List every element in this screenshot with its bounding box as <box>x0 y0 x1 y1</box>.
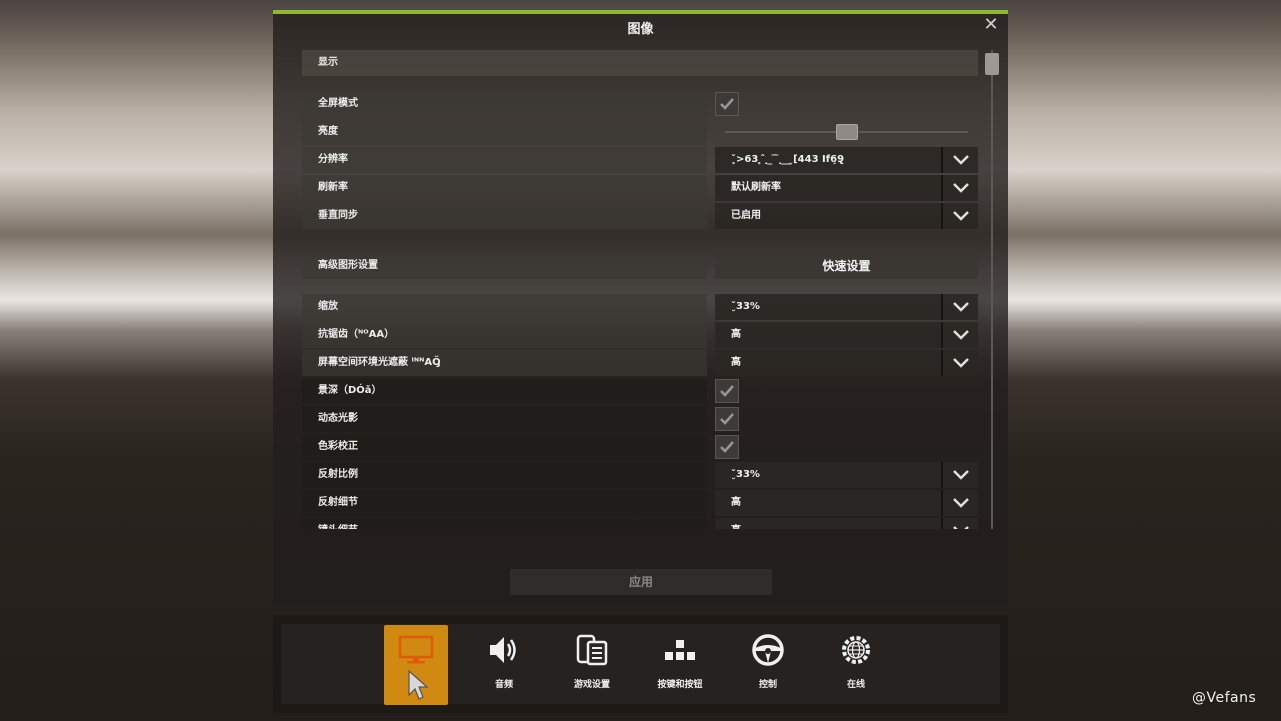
dropdown-value: 已启用 <box>731 210 761 221</box>
dialog-title: 图像 <box>627 22 654 37</box>
section-advanced: 高级图形设置 快速设置 <box>302 253 978 279</box>
setting-label: 抗锯齿（ᴺᴼAA） <box>302 322 707 348</box>
setting-vsync: 垂直同步 已启用 <box>302 203 978 229</box>
nav-tab-label: 控制 <box>758 680 777 690</box>
setting-label: 色彩校正 <box>302 434 707 460</box>
setting-reflection-detail: 反射细节 高 <box>302 490 978 516</box>
section-display: 显示 <box>302 50 978 76</box>
setting-label: 垂直同步 <box>302 203 707 229</box>
setting-scale: 缩放 ˇ̮33% <box>302 294 978 320</box>
nav-tab-label: 音频 <box>494 680 513 690</box>
chevron-down-icon[interactable] <box>941 490 978 516</box>
resolution-dropdown[interactable]: ˇ̥>63 ̥ ̂ ̣ ̲ ̃ ̃ ̣ ̲ ̲ ̬[443 If6̧9̢ <box>715 147 978 173</box>
checkmark-icon <box>720 98 734 110</box>
monitor-icon <box>398 635 434 664</box>
fullscreen-checkbox[interactable] <box>715 92 739 116</box>
settings-nav-bar: 音频 游戏设置 按键和按钮 控制 在线 <box>273 615 1008 713</box>
ssao-dropdown[interactable]: 高 <box>715 350 978 376</box>
quick-setup-button[interactable]: 快速设置 <box>715 253 978 279</box>
nav-tab-controls[interactable]: 控制 <box>736 624 800 704</box>
slider-thumb[interactable] <box>835 124 858 140</box>
refresh-rate-dropdown[interactable]: 默认刷新率 <box>715 175 978 201</box>
setting-label: 景深（DÓǎ） <box>302 378 707 404</box>
chevron-down-icon[interactable] <box>941 175 978 201</box>
dropdown-value: ˇ̮33% <box>731 301 760 312</box>
setting-mirror-detail: 镜头细节 高 <box>302 518 978 529</box>
checkmark-icon <box>720 441 734 453</box>
nav-tab-label: 在线 <box>846 680 865 690</box>
setting-label: 镜头细节 <box>302 518 707 529</box>
brightness-slider[interactable] <box>725 119 968 145</box>
settings-list: 显示 全屏模式 亮度 分辨率 ˇ̥>63 ̥ ̂ ̣ ̲ ̃ ̃ ̣ ̲ ̲ ̬… <box>302 50 978 529</box>
scrollbar-thumb[interactable] <box>985 53 999 75</box>
setting-reflection-scale: 反射比例 ˇ̮33% <box>302 462 978 488</box>
keys-icon <box>665 640 695 660</box>
settings-scrollbar[interactable] <box>984 50 999 529</box>
antialiasing-dropdown[interactable]: 高 <box>715 322 978 348</box>
apply-button[interactable]: 应用 <box>510 569 772 595</box>
nav-tab-keys[interactable]: 按键和按钮 <box>648 624 712 704</box>
dropdown-value: 高 <box>731 497 741 508</box>
dropdown-value: 高 <box>731 357 741 368</box>
setting-antialiasing: 抗锯齿（ᴺᴼAA） 高 <box>302 322 978 348</box>
nav-tab-graphics[interactable] <box>384 625 448 705</box>
section-advanced-label: 高级图形设置 <box>302 253 707 279</box>
chevron-down-icon[interactable] <box>941 322 978 348</box>
dropdown-value: 高 <box>731 329 741 340</box>
nav-tab-label: 游戏设置 <box>573 680 610 690</box>
dropdown-value: 高 <box>731 518 741 529</box>
reflection-scale-dropdown[interactable]: ˇ̮33% <box>715 462 978 488</box>
setting-label: 屏幕空间环境光遮蔽 ᴵᴺᴺAŐ̡ <box>302 350 707 376</box>
setting-resolution: 分辨率 ˇ̥>63 ̥ ̂ ̣ ̲ ̃ ̃ ̣ ̲ ̲ ̬[443 If6̧9̢ <box>302 147 978 173</box>
graphics-settings-dialog: 图像 ✕ 显示 全屏模式 亮度 分辨率 ˇ̥>63 ̥ ̂ ̣ ̲ ̃ ̃ ̣ … <box>273 10 1008 607</box>
color-correction-checkbox[interactable] <box>715 435 739 459</box>
dropdown-value: ˇ̥>63 ̥ ̂ ̣ ̲ ̃ ̃ ̣ ̲ ̲ ̬[443 If6̧9̢ <box>731 154 845 165</box>
nav-tab-label: 按键和按钮 <box>657 680 703 690</box>
setting-ssao: 屏幕空间环境光遮蔽 ᴵᴺᴺAŐ̡ 高 <box>302 350 978 376</box>
chevron-down-icon[interactable] <box>941 203 978 229</box>
settings-nav-inner: 音频 游戏设置 按键和按钮 控制 在线 <box>281 624 1000 705</box>
checkmark-icon <box>720 413 734 425</box>
scrollbar-track <box>991 50 993 529</box>
game-settings-icon <box>576 634 608 666</box>
gear-globe-icon <box>842 636 870 664</box>
dof-checkbox[interactable] <box>715 379 739 403</box>
nav-tab-audio[interactable]: 音频 <box>472 624 536 704</box>
setting-brightness: 亮度 <box>302 119 978 145</box>
setting-label: 反射细节 <box>302 490 707 516</box>
setting-dof: 景深（DÓǎ） <box>302 378 978 404</box>
setting-label: 全屏模式 <box>302 91 707 117</box>
chevron-down-icon[interactable] <box>941 518 978 529</box>
setting-refresh-rate: 刷新率 默认刷新率 <box>302 175 978 201</box>
setting-dynamic-light: 动态光影 <box>302 406 978 432</box>
chevron-down-icon[interactable] <box>941 350 978 376</box>
dropdown-value: 默认刷新率 <box>731 182 781 193</box>
nav-tab-online[interactable]: 在线 <box>824 624 888 704</box>
setting-label: 反射比例 <box>302 462 707 488</box>
setting-label: 刷新率 <box>302 175 707 201</box>
nav-tab-game-settings[interactable]: 游戏设置 <box>560 624 624 704</box>
chevron-down-icon[interactable] <box>941 147 978 173</box>
speaker-icon <box>490 637 516 663</box>
watermark: @Vefans <box>1192 690 1257 706</box>
setting-label: 动态光影 <box>302 406 707 432</box>
reflection-detail-dropdown[interactable]: 高 <box>715 490 978 516</box>
setting-color-correction: 色彩校正 <box>302 434 978 460</box>
scale-dropdown[interactable]: ˇ̮33% <box>715 294 978 320</box>
cursor-icon <box>408 669 429 700</box>
setting-label: 缩放 <box>302 294 707 320</box>
checkmark-icon <box>720 385 734 397</box>
steering-wheel-icon <box>752 634 784 666</box>
chevron-down-icon[interactable] <box>941 462 978 488</box>
vsync-dropdown[interactable]: 已启用 <box>715 203 978 229</box>
dropdown-value: ˇ̮33% <box>731 469 760 480</box>
dynamic-light-checkbox[interactable] <box>715 407 739 431</box>
mirror-detail-dropdown[interactable]: 高 <box>715 518 978 529</box>
close-icon[interactable]: ✕ <box>982 16 1000 34</box>
setting-fullscreen: 全屏模式 <box>302 91 978 117</box>
dialog-accent-bar <box>273 10 1008 14</box>
setting-label: 亮度 <box>302 119 707 145</box>
chevron-down-icon[interactable] <box>941 294 978 320</box>
setting-label: 分辨率 <box>302 147 707 173</box>
